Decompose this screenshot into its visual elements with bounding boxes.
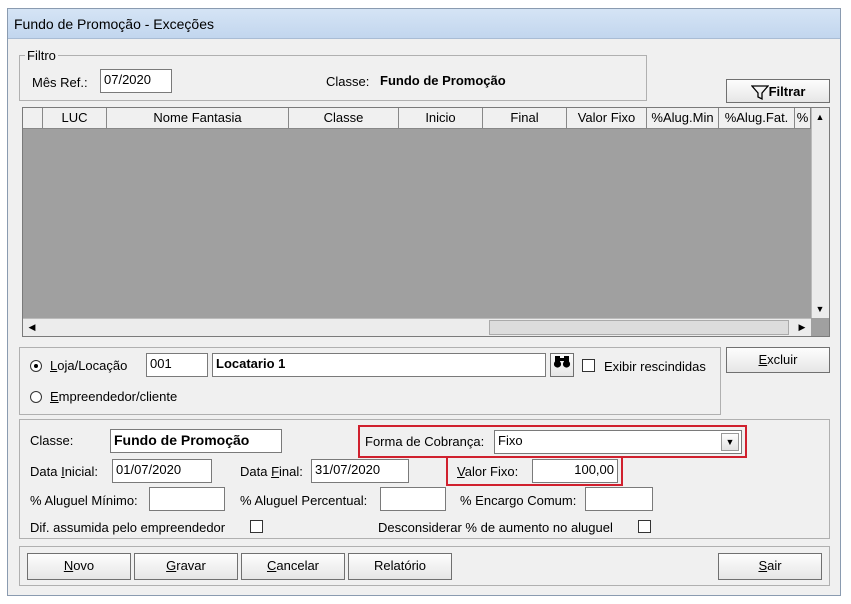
excluir-button[interactable]: Excluir [726, 347, 830, 373]
grid-header: LUC Nome Fantasia Classe Inicio Final Va… [23, 108, 811, 129]
main-window: Fundo de Promoção - Exceções Filtro Mês … [7, 8, 841, 596]
col-percent[interactable]: % [795, 108, 811, 128]
loja-name-input[interactable]: Locatario 1 [212, 353, 546, 377]
grid-header-indicator [23, 108, 43, 128]
sair-button[interactable]: Sair [718, 553, 822, 580]
filtrar-button[interactable]: Filtrar [726, 79, 830, 103]
encargo-comum-label: % Encargo Comum: [460, 493, 577, 508]
classe-label: Classe: [30, 433, 74, 448]
classe-value[interactable]: Fundo de Promoção [110, 429, 282, 453]
empreendedor-radio-label[interactable]: Empreendedor/cliente [50, 389, 177, 404]
cancelar-button[interactable]: Cancelar [241, 553, 345, 580]
encargo-comum-input[interactable] [585, 487, 653, 511]
valor-fixo-input[interactable]: 100,00 [532, 459, 618, 483]
classe-filter-value: Fundo de Promoção [380, 73, 506, 88]
scroll-down-icon[interactable]: ▼ [812, 301, 828, 317]
col-alug-fat[interactable]: %Alug.Fat. [719, 108, 795, 128]
aluguel-percentual-input[interactable] [380, 487, 446, 511]
col-nome-fantasia[interactable]: Nome Fantasia [107, 108, 289, 128]
filtrar-label: Filtrar [768, 84, 806, 99]
col-classe[interactable]: Classe [289, 108, 399, 128]
dif-assumida-checkbox[interactable] [250, 520, 263, 533]
dif-assumida-label: Dif. assumida pelo empreendedor [30, 520, 226, 535]
empreendedor-radio[interactable] [30, 391, 42, 403]
gravar-button[interactable]: Gravar [134, 553, 238, 580]
scroll-thumb[interactable] [489, 320, 789, 335]
binoculars-icon [553, 356, 571, 368]
desconsiderar-label: Desconsiderar % de aumento no aluguel [378, 520, 613, 535]
loja-radio-label[interactable]: Loja/Locação [50, 358, 127, 373]
scroll-right-icon[interactable]: ▶ [794, 319, 810, 335]
aluguel-minimo-label: % Aluguel Mínimo: [30, 493, 138, 508]
data-final-label: Data Final: [240, 464, 303, 479]
loja-code-input[interactable]: 001 [146, 353, 208, 377]
col-luc[interactable]: LUC [43, 108, 107, 128]
col-inicio[interactable]: Inicio [399, 108, 483, 128]
forma-cobranca-value: Fixo [498, 433, 523, 448]
results-grid[interactable]: LUC Nome Fantasia Classe Inicio Final Va… [22, 107, 830, 337]
loja-radio[interactable] [30, 360, 42, 372]
grid-vertical-scrollbar[interactable]: ▲ ▼ [811, 108, 829, 318]
exibir-rescindidas-checkbox[interactable] [582, 359, 595, 372]
search-loja-button[interactable] [550, 353, 574, 377]
data-final-input[interactable]: 31/07/2020 [311, 459, 409, 483]
funnel-icon [750, 84, 769, 100]
data-inicial-label: Data Inicial: [30, 464, 98, 479]
data-inicial-input[interactable]: 01/07/2020 [112, 459, 212, 483]
novo-button[interactable]: Novo [27, 553, 131, 580]
title-bar: Fundo de Promoção - Exceções [8, 9, 840, 39]
desconsiderar-checkbox[interactable] [638, 520, 651, 533]
col-alug-min[interactable]: %Alug.Min [647, 108, 719, 128]
relatorio-button[interactable]: Relatório [348, 553, 452, 580]
valor-fixo-label: Valor Fixo: [457, 464, 519, 479]
col-final[interactable]: Final [483, 108, 567, 128]
aluguel-percentual-label: % Aluguel Percentual: [240, 493, 368, 508]
forma-cobranca-label: Forma de Cobrança: [365, 434, 485, 449]
scroll-up-icon[interactable]: ▲ [812, 109, 828, 125]
grid-horizontal-scrollbar[interactable]: ◀ ▶ [23, 318, 811, 336]
mes-ref-label: Mês Ref.: [32, 75, 88, 90]
scroll-left-icon[interactable]: ◀ [24, 319, 40, 335]
chevron-down-icon[interactable]: ▼ [721, 433, 739, 451]
classe-filter-label: Classe: [326, 74, 370, 89]
window-title: Fundo de Promoção - Exceções [14, 16, 214, 32]
forma-cobranca-select[interactable]: Fixo ▼ [494, 430, 742, 454]
filter-group-label: Filtro [25, 48, 58, 63]
aluguel-minimo-input[interactable] [149, 487, 225, 511]
mes-ref-input[interactable]: 07/2020 [100, 69, 172, 93]
col-valor-fixo[interactable]: Valor Fixo [567, 108, 647, 128]
exibir-rescindidas-label: Exibir rescindidas [604, 359, 706, 374]
